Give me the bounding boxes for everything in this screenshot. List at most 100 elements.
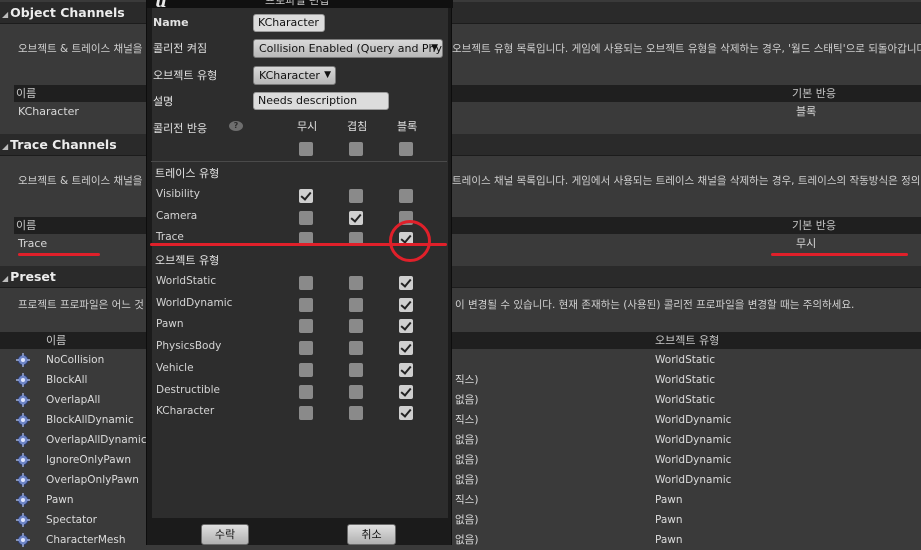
all-ignore-checkbox[interactable] — [299, 142, 313, 156]
object-channels-desc-right: 오브젝트 유형 목록입니다. 게임에 사용되는 오브젝트 유형을 삭제하는 경우… — [452, 43, 921, 55]
table-row[interactable]: BlockAll 직스) WorldStatic — [0, 370, 921, 390]
preset-name: CharacterMesh — [46, 534, 126, 546]
ignore-checkbox[interactable] — [299, 276, 313, 290]
block-checkbox[interactable] — [399, 341, 413, 356]
name-field[interactable]: KCharacter — [253, 14, 325, 32]
accept-button[interactable]: 수락 — [201, 524, 249, 545]
trace-channels-desc-right: 트레이스 채널 목록입니다. 게임에서 사용되는 트레이스 채널을 삭제하는 경… — [452, 175, 921, 187]
block-checkbox[interactable] — [399, 384, 413, 399]
description-label: 설명 — [153, 95, 174, 108]
channel-name: Destructible — [156, 383, 220, 396]
table-row[interactable]: IgnoreOnlyPawn 없음) WorldDynamic — [0, 450, 921, 470]
ignore-checkbox[interactable] — [299, 406, 313, 421]
ignore-checkbox[interactable] — [299, 341, 313, 356]
preset-object-type: WorldStatic — [655, 394, 716, 406]
preset-collision: 없음) — [455, 474, 479, 486]
preset-name: NoCollision — [46, 354, 105, 366]
preset-collision: 직스) — [455, 414, 479, 426]
preset-collision: 없음) — [455, 454, 479, 466]
preset-name: OverlapAllDynamic — [46, 434, 147, 446]
table-row[interactable]: OverlapOnlyPawn 없음) WorldDynamic — [0, 470, 921, 490]
chevron-down-icon: ▼ — [324, 70, 331, 80]
object-channels-header[interactable]: ◢ Object Channels — [0, 2, 921, 24]
collapse-triangle-icon[interactable]: ◢ — [2, 274, 8, 283]
ignore-checkbox[interactable] — [299, 384, 313, 399]
collision-profile-icon — [16, 473, 30, 487]
channel-name: WorldStatic — [156, 275, 217, 287]
overlap-checkbox[interactable] — [349, 297, 363, 312]
channel-name: Pawn — [156, 318, 184, 331]
preset-collision: 없음) — [455, 394, 479, 406]
ignore-checkbox[interactable] — [299, 362, 313, 377]
table-row[interactable]: OverlapAll 없음) WorldStatic — [0, 390, 921, 410]
block-checkbox[interactable] — [399, 319, 413, 334]
overlap-checkbox[interactable] — [349, 384, 363, 399]
table-row[interactable]: BlockAllDynamic 직스) WorldDynamic — [0, 410, 921, 430]
table-row[interactable]: OverlapAllDynamic 없음) WorldDynamic — [0, 430, 921, 450]
col-overlap-header: 겹침 — [347, 120, 368, 133]
collision-profile-icon — [16, 373, 30, 387]
preset-object-type: Pawn — [655, 534, 683, 546]
preset-object-type: WorldStatic — [655, 374, 716, 386]
collision-enabled-value: Collision Enabled (Query and Physics) — [259, 42, 443, 55]
all-overlap-checkbox[interactable] — [349, 142, 363, 156]
collision-profile-icon — [16, 513, 30, 527]
block-checkbox[interactable] — [399, 276, 413, 290]
overlap-checkbox[interactable] — [349, 189, 363, 203]
preset-collision: 직스) — [455, 374, 479, 386]
ignore-checkbox[interactable] — [299, 189, 313, 203]
block-checkbox[interactable] — [399, 297, 413, 312]
table-row[interactable]: NoCollision WorldStatic — [0, 350, 921, 370]
block-checkbox[interactable] — [399, 362, 413, 377]
divider — [151, 161, 447, 162]
ignore-checkbox[interactable] — [299, 297, 313, 312]
object-type-dropdown[interactable]: KCharacter ▼ — [253, 66, 336, 85]
overlap-checkbox[interactable] — [349, 210, 363, 225]
col-name-header: 이름 — [16, 219, 37, 232]
help-icon[interactable]: ? — [229, 121, 243, 131]
overlap-checkbox[interactable] — [349, 406, 363, 421]
trace-channels-header[interactable]: ◢ Trace Channels — [0, 134, 921, 156]
collision-profile-icon — [16, 453, 30, 467]
preset-name: BlockAll — [46, 374, 88, 386]
all-block-checkbox[interactable] — [399, 142, 413, 156]
annotation-underline-trace — [18, 253, 100, 256]
chevron-down-icon: ▼ — [431, 43, 438, 53]
ignore-checkbox[interactable] — [299, 210, 313, 225]
collision-profile-icon — [16, 413, 30, 427]
block-checkbox[interactable] — [399, 189, 413, 203]
col-response-header: 기본 반응 — [792, 219, 836, 232]
col-name-header: 이름 — [16, 87, 37, 100]
annotation-circle-block — [389, 220, 431, 262]
cancel-button[interactable]: 취소 — [347, 524, 396, 545]
overlap-checkbox[interactable] — [349, 319, 363, 334]
collision-profile-icon — [16, 353, 30, 367]
collision-enabled-dropdown[interactable]: Collision Enabled (Query and Physics) ▼ — [253, 39, 443, 58]
object-channels-title: Object Channels — [10, 5, 125, 20]
ignore-checkbox[interactable] — [299, 319, 313, 334]
name-label: Name — [153, 16, 189, 29]
collapse-triangle-icon[interactable]: ◢ — [2, 142, 8, 151]
preset-desc-left: 프로젝트 프로파일은 어느 것 — [18, 299, 144, 311]
object-type-value: KCharacter — [259, 69, 320, 82]
overlap-checkbox[interactable] — [349, 362, 363, 377]
channel-name: Camera — [156, 209, 198, 222]
overlap-checkbox[interactable] — [349, 341, 363, 356]
col-response-header: 기본 반응 — [792, 87, 836, 100]
overlap-checkbox[interactable] — [349, 276, 363, 290]
preset-header[interactable]: ◢ Preset — [0, 266, 921, 288]
object-type-section-label: 오브젝트 유형 — [155, 254, 220, 267]
collapse-triangle-icon[interactable]: ◢ — [2, 10, 8, 19]
collision-response-label: 콜리전 반응 — [153, 122, 208, 135]
col-type-header: 오브젝트 유형 — [655, 334, 720, 347]
channel-name: Vehicle — [156, 361, 194, 374]
preset-desc-right: 이 변경될 수 있습니다. 현재 존재하는 (사용된) 콜리전 프로파일을 변경… — [455, 299, 855, 311]
description-field[interactable]: Needs description — [253, 92, 389, 110]
table-row[interactable]: Pawn 직스) Pawn — [0, 490, 921, 510]
block-checkbox[interactable] — [399, 406, 413, 421]
channel-name: WorldDynamic — [156, 296, 233, 309]
preset-collision: 없음) — [455, 434, 479, 446]
preset-object-type: WorldDynamic — [655, 474, 732, 486]
table-row[interactable]: CharacterMesh 없음) Pawn — [0, 530, 921, 550]
table-row[interactable]: Spectator 없음) Pawn — [0, 510, 921, 530]
